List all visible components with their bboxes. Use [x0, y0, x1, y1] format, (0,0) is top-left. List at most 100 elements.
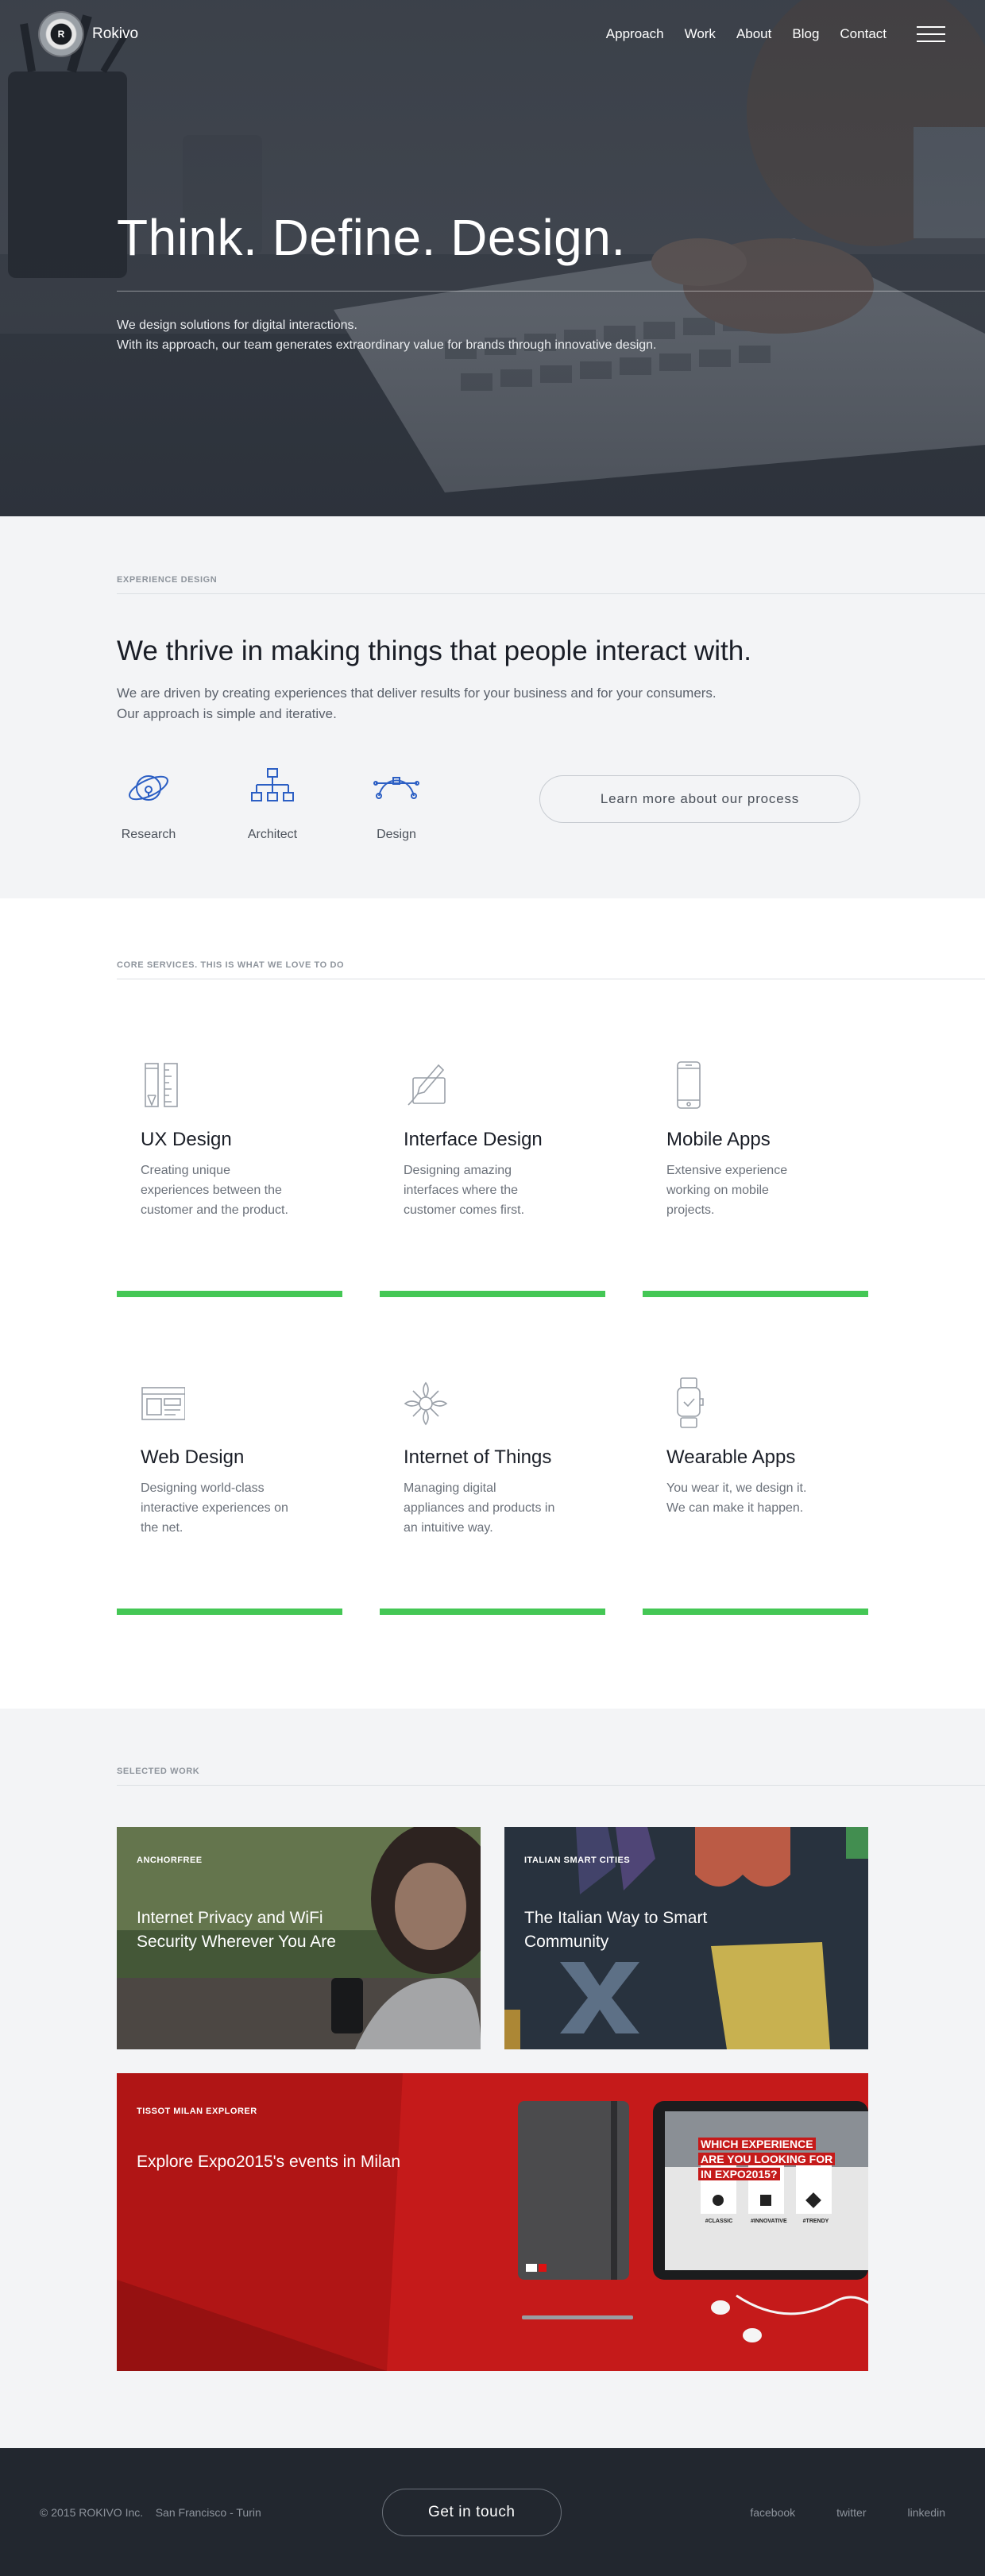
service-accent-bar — [117, 1609, 342, 1615]
process-step-architect: Architect — [241, 764, 304, 842]
experience-label: EXPERIENCE DESIGN — [117, 575, 218, 585]
tablet-line-1: WHICH EXPERIENCE — [698, 2138, 816, 2150]
experience-description-line-1: We are driven by creating experiences th… — [117, 686, 717, 701]
tablet-tag: #INNOVATIVE — [751, 2219, 787, 2224]
smartphone-icon — [677, 1061, 701, 1109]
get-in-touch-button[interactable]: Get in touch — [381, 2488, 562, 2536]
twitter-link[interactable]: twitter — [836, 2506, 866, 2519]
service-card-mobile-apps: Mobile Apps Extensive experience working… — [643, 979, 868, 1297]
work-title-italian-smart-cities: The Italian Way to Smart Community — [524, 1909, 708, 1951]
nav-link-about[interactable]: About — [736, 26, 771, 42]
process-step-design: Design — [365, 764, 428, 842]
work-card-italian-smart-cities[interactable]: ITALIAN SMART CITIES The Italian Way to … — [504, 1827, 868, 2049]
nav-link-contact[interactable]: Contact — [840, 26, 886, 42]
work-title-anchorfree: Internet Privacy and WiFi Security Where… — [137, 1909, 336, 1951]
service-desc-line: the net. — [141, 1521, 183, 1535]
service-title-wearable-apps: Wearable Apps — [666, 1446, 796, 1468]
work-card-anchorfree[interactable]: ANCHORFREE Internet Privacy and WiFi Sec… — [117, 1827, 481, 2049]
service-desc-line: You wear it, we design it. — [666, 1481, 807, 1495]
service-desc-line: projects. — [666, 1203, 715, 1217]
service-accent-bar — [380, 1291, 605, 1297]
experience-process-row: Research Architect Design Learn more abo… — [117, 764, 985, 842]
hero-subtitle-line-2: With its approach, our team generates ex… — [117, 338, 657, 352]
work-label-row: SELECTED WORK — [117, 1763, 985, 1786]
experience-description-line-2: Our approach is simple and iterative. — [117, 706, 337, 721]
service-desc-line: Managing digital — [404, 1481, 496, 1495]
service-desc-line: interfaces where the — [404, 1184, 519, 1197]
service-desc-web-design: Designing world-class interactive experi… — [141, 1478, 323, 1538]
service-title-ux-design: UX Design — [141, 1129, 232, 1150]
service-desc-line: customer comes first. — [404, 1203, 525, 1217]
tablet-line-2: ARE YOU LOOKING FOR — [698, 2153, 836, 2165]
service-desc-line: an intuitive way. — [404, 1521, 493, 1535]
hamburger-icon[interactable] — [917, 26, 945, 42]
learn-more-process-button[interactable]: Learn more about our process — [539, 775, 860, 823]
hero-content: Think. Define. Design. We design solutio… — [117, 208, 985, 355]
tablet-line-3: IN EXPO2015? — [698, 2168, 780, 2180]
service-card-internet-of-things: Internet of Things Managing digital appl… — [380, 1297, 605, 1615]
ux-tools-icon — [145, 1063, 178, 1107]
service-desc-line: experiences between the — [141, 1184, 282, 1197]
service-desc-line: customer and the product. — [141, 1203, 288, 1217]
footer-copyright: © 2015 ROKIVO Inc. San Francisco - Turin — [40, 2506, 261, 2519]
nav-link-blog[interactable]: Blog — [792, 26, 819, 42]
hero-subtitle: We design solutions for digital interact… — [117, 315, 985, 355]
service-title-web-design: Web Design — [141, 1446, 245, 1468]
pen-tablet-icon — [408, 1064, 446, 1106]
experience-description: We are driven by creating experiences th… — [117, 683, 985, 724]
service-desc-ux-design: Creating unique experiences between the … — [141, 1161, 323, 1220]
nav-link-approach[interactable]: Approach — [606, 26, 664, 42]
design-icon — [373, 777, 419, 799]
work-label: SELECTED WORK — [117, 1767, 200, 1776]
service-desc-internet-of-things: Managing digital appliances and products… — [404, 1478, 586, 1538]
copyright-text: © 2015 ROKIVO Inc. — [40, 2505, 144, 2519]
selected-work-section: SELECTED WORK ANCHORFREE Internet Privac… — [0, 1709, 985, 2448]
work-client-italian-smart-cities: ITALIAN SMART CITIES — [524, 1856, 631, 1865]
services-label: CORE SERVICES. THIS IS WHAT WE LOVE TO D… — [117, 960, 345, 970]
service-desc-line: We can make it happen. — [666, 1501, 804, 1515]
service-desc-mobile-apps: Extensive experience working on mobile p… — [666, 1161, 849, 1220]
work-title-tissot: Explore Expo2015's events in Milan — [137, 2153, 401, 2171]
linkedin-link[interactable]: linkedin — [908, 2506, 945, 2519]
work-row: ANCHORFREE Internet Privacy and WiFi Sec… — [117, 1827, 868, 2049]
logo-mark-icon: R — [40, 13, 83, 56]
brand-name: Rokivo — [92, 25, 139, 42]
process-step-research-label: Research — [121, 828, 176, 841]
tablet-tags: #CLASSIC #INNOVATIVE #TRENDY — [702, 2219, 861, 2224]
experience-title: We thrive in making things that people i… — [117, 635, 751, 666]
connected-devices-icon — [404, 1381, 448, 1426]
service-desc-line: appliances and products in — [404, 1501, 555, 1515]
process-step-research: Research — [117, 764, 180, 842]
service-accent-bar — [380, 1609, 605, 1615]
browser-window-icon — [141, 1387, 185, 1420]
site-footer: © 2015 ROKIVO Inc. San Francisco - Turin… — [0, 2448, 985, 2576]
work-card-tissot-milan-explorer[interactable]: TISSOT MILAN EXPLORER Explore Expo2015's… — [117, 2073, 868, 2371]
tablet-tag: #TRENDY — [802, 2219, 829, 2224]
experience-label-row: EXPERIENCE DESIGN — [117, 572, 985, 594]
architect-icon — [251, 768, 294, 801]
service-accent-bar — [117, 1291, 342, 1297]
services-label-row: CORE SERVICES. THIS IS WHAT WE LOVE TO D… — [117, 957, 985, 979]
service-title-interface-design: Interface Design — [404, 1129, 543, 1150]
service-card-wearable-apps: Wearable Apps You wear it, we design it.… — [643, 1297, 868, 1615]
service-desc-line: Designing world-class — [141, 1481, 265, 1495]
footer-social-links: facebook twitter linkedin — [750, 2506, 945, 2519]
facebook-link[interactable]: facebook — [750, 2506, 795, 2519]
hero-section: R Rokivo Approach Work About Blog Contac… — [0, 0, 985, 516]
work-client-tissot: TISSOT MILAN EXPLORER — [137, 2107, 257, 2116]
service-accent-bar — [643, 1291, 868, 1297]
nav-link-work[interactable]: Work — [685, 26, 716, 42]
work-grid: ANCHORFREE Internet Privacy and WiFi Sec… — [117, 1827, 868, 2371]
brand-logo[interactable]: R Rokivo — [40, 13, 138, 56]
service-desc-line: Extensive experience — [666, 1164, 788, 1177]
service-desc-interface-design: Designing amazing interfaces where the c… — [404, 1161, 586, 1220]
service-card-ux-design: UX Design Creating unique experiences be… — [117, 979, 342, 1297]
hero-title: Think. Define. Design. — [117, 209, 626, 266]
tablet-tag: #CLASSIC — [705, 2219, 733, 2224]
services-section: CORE SERVICES. THIS IS WHAT WE LOVE TO D… — [0, 898, 985, 1709]
service-desc-line: working on mobile — [666, 1184, 769, 1197]
experience-section: EXPERIENCE DESIGN We thrive in making th… — [0, 516, 985, 898]
service-desc-line: Designing amazing — [404, 1164, 512, 1177]
hero-subtitle-line-1: We design solutions for digital interact… — [117, 319, 357, 332]
work-client-anchorfree: ANCHORFREE — [137, 1856, 203, 1865]
